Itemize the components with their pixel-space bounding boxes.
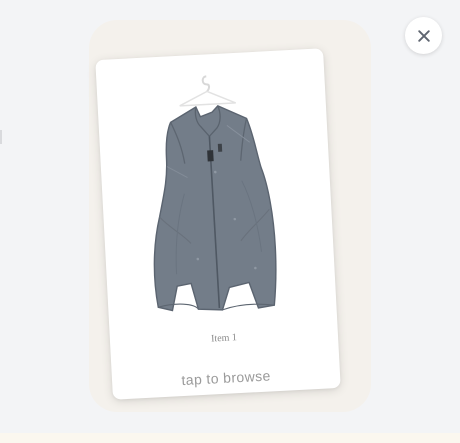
close-icon [417,29,430,42]
item-card[interactable]: Item 1 tap to browse [95,48,341,400]
bottom-strip [0,433,460,443]
background-edge [0,130,2,144]
browse-hint[interactable]: tap to browse [112,364,341,392]
item-photo [106,67,326,318]
item-caption: Item 1 [210,332,238,345]
vest-image [153,75,277,312]
close-button[interactable] [405,17,442,54]
